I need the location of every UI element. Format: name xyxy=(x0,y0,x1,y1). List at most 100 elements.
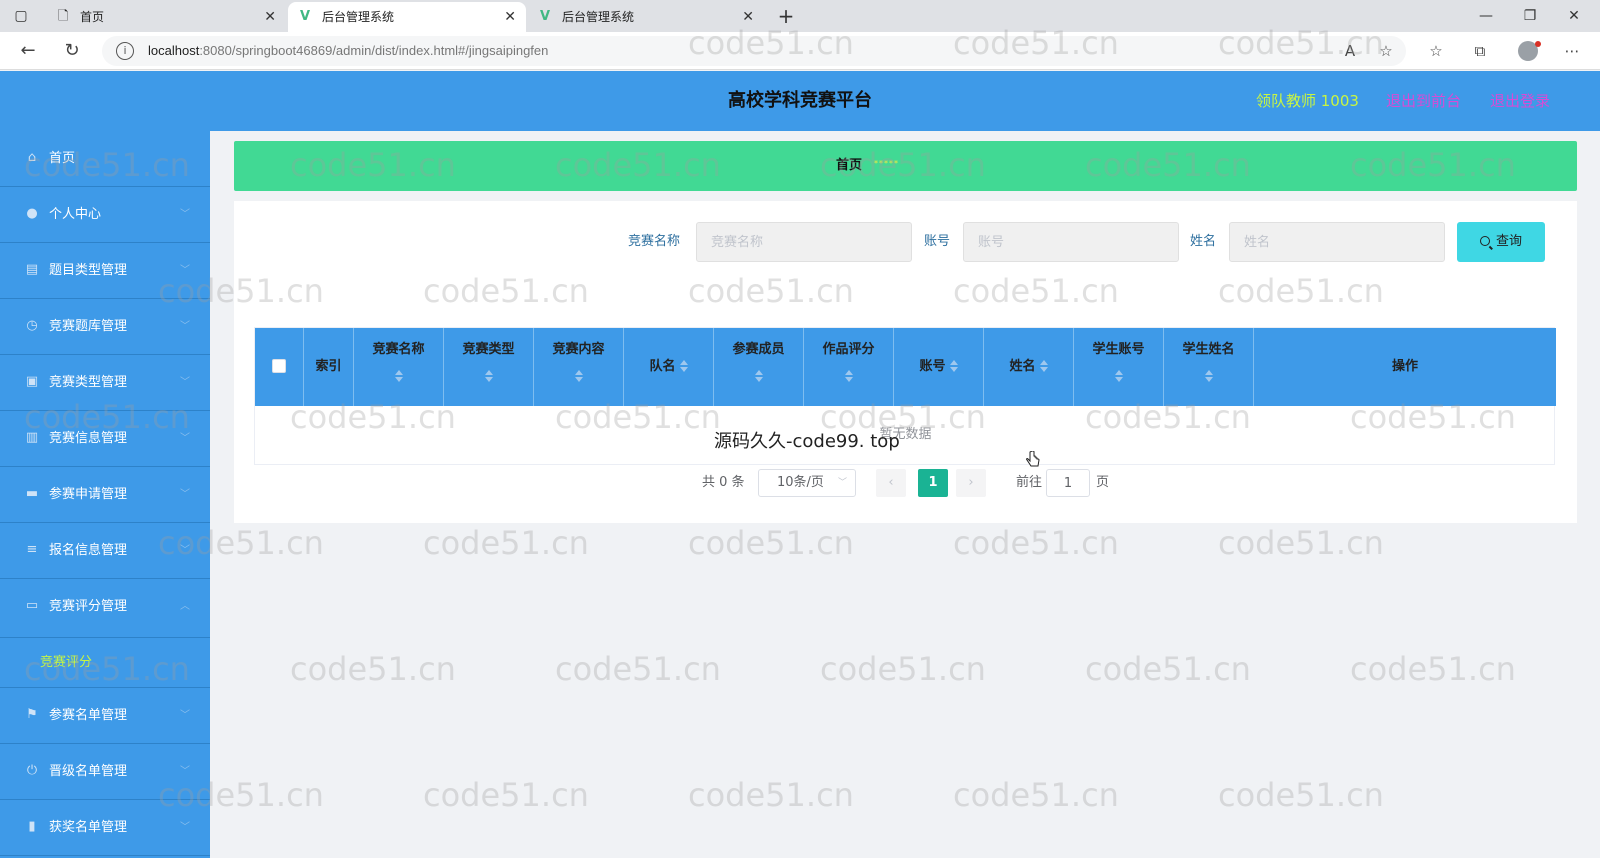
sort-icon[interactable] xyxy=(754,370,763,382)
doc-icon: ▣ xyxy=(25,374,39,389)
sort-icon[interactable] xyxy=(1204,370,1213,382)
more-icon[interactable]: ⋯ xyxy=(1558,38,1586,64)
browser-tab-home[interactable]: 🗋 首页 ✕ xyxy=(46,2,286,32)
watermark: code51.cn xyxy=(423,776,589,814)
plus-icon[interactable]: + xyxy=(772,2,800,30)
hand-cursor-icon xyxy=(1026,451,1040,467)
close-icon[interactable]: ✕ xyxy=(742,2,754,32)
sort-icon[interactable] xyxy=(844,370,853,382)
browser-tab-admin-active[interactable]: V 后台管理系统 ✕ xyxy=(288,2,526,32)
column-header-account[interactable]: 账号 xyxy=(894,328,984,406)
sidebar-item-contest-type[interactable]: ▣ 竞赛类型管理 ﹀ xyxy=(0,355,210,411)
collections-icon[interactable]: ⧉ xyxy=(1466,38,1494,64)
favorites-icon[interactable]: ☆ xyxy=(1422,38,1450,64)
close-icon[interactable]: ✕ xyxy=(504,2,516,32)
data-table: 索引 竞赛名称 竞赛类型 竞赛内容 队名 参赛成员 作品评分 账号 姓名 学生账… xyxy=(254,327,1556,465)
sidebar-item-profile[interactable]: ● 个人中心 ﹀ xyxy=(0,187,210,243)
next-page-button[interactable]: › xyxy=(956,469,986,497)
sort-icon[interactable] xyxy=(679,360,688,372)
goto-page-input[interactable] xyxy=(1046,469,1090,497)
window-close-icon[interactable]: ✕ xyxy=(1552,0,1596,32)
watermark: code51.cn xyxy=(1085,650,1251,688)
chart-icon: ▥ xyxy=(25,430,39,445)
clock-icon: ◷ xyxy=(26,318,38,333)
search-label-contest-name: 竞赛名称 xyxy=(628,234,681,249)
column-header-contest-content[interactable]: 竞赛内容 xyxy=(534,328,624,406)
back-icon[interactable]: ← xyxy=(14,38,42,64)
chevron-down-icon: ﹀ xyxy=(180,545,190,556)
sidebar-item-home[interactable]: ⌂ 首页 xyxy=(0,131,210,187)
info-icon[interactable]: i xyxy=(116,42,134,60)
tab-label: 后台管理系统 xyxy=(322,10,395,24)
column-header-contest-type[interactable]: 竞赛类型 xyxy=(444,328,534,406)
sidebar-item-question-bank[interactable]: ◷ 竞赛题库管理 ﹀ xyxy=(0,299,210,355)
profile-avatar[interactable] xyxy=(1518,41,1541,61)
sidebar-item-label: 竞赛类型管理 xyxy=(49,375,128,390)
overlay-watermark-text: 源码久久-code99. top xyxy=(714,431,900,452)
column-header-score[interactable]: 作品评分 xyxy=(804,328,894,406)
table-empty-text: 暂无数据 xyxy=(879,427,932,442)
read-aloud-icon[interactable]: A xyxy=(1336,38,1364,64)
sidebar-subitem-scoring[interactable]: 竞赛评分 xyxy=(0,638,210,688)
sidebar-item-question-type[interactable]: ▤ 题目类型管理 ﹀ xyxy=(0,243,210,299)
url-field[interactable]: i localhost:8080/springboot46869/admin/d… xyxy=(102,36,1406,66)
contest-name-input[interactable] xyxy=(696,222,912,262)
restore-icon[interactable]: ❐ xyxy=(1508,0,1552,32)
column-header-team-name[interactable]: 队名 xyxy=(624,328,714,406)
sidebar-item-participants[interactable]: ⚑ 参赛名单管理 ﹀ xyxy=(0,688,210,744)
user-icon: ● xyxy=(26,206,38,221)
breadcrumb-separator: ***** xyxy=(874,159,899,168)
sidebar-item-contest-info[interactable]: ▥ 竞赛信息管理 ﹀ xyxy=(0,411,210,467)
search-button[interactable]: 查询 xyxy=(1457,222,1545,262)
sort-icon[interactable] xyxy=(484,370,493,382)
sort-icon[interactable] xyxy=(949,360,958,372)
briefcase-icon: ▬ xyxy=(25,486,39,501)
column-header-name[interactable]: 姓名 xyxy=(984,328,1074,406)
tab-label: 首页 xyxy=(80,10,105,24)
logout-link[interactable]: 退出登录 xyxy=(1490,71,1550,131)
sidebar-item-promotion[interactable]: ⏻ 晋级名单管理 ﹀ xyxy=(0,744,210,800)
power-icon: ⏻ xyxy=(26,763,38,778)
sidebar-item-label: 参赛申请管理 xyxy=(49,487,128,502)
account-input[interactable] xyxy=(963,222,1179,262)
sidebar-item-awards[interactable]: ▮ 获奖名单管理 ﹀ xyxy=(0,800,210,856)
sort-icon[interactable] xyxy=(1039,360,1048,372)
sort-icon[interactable] xyxy=(574,370,583,382)
name-input[interactable] xyxy=(1229,222,1445,262)
tab-actions-icon[interactable]: ▢ xyxy=(12,7,30,25)
sort-icon[interactable] xyxy=(394,370,403,382)
column-header-members[interactable]: 参赛成员 xyxy=(714,328,804,406)
select-all-checkbox[interactable] xyxy=(272,359,286,373)
watermark: code51.cn xyxy=(953,776,1119,814)
current-page-number[interactable]: 1 xyxy=(918,469,948,497)
sidebar-item-label: 晋级名单管理 xyxy=(49,764,128,779)
sidebar-item-label: 个人中心 xyxy=(49,207,102,222)
tab-label: 后台管理系统 xyxy=(562,10,635,24)
minimize-icon[interactable]: — xyxy=(1464,0,1508,32)
search-icon xyxy=(1479,236,1490,246)
browser-tab-admin[interactable]: V 后台管理系统 ✕ xyxy=(528,2,764,32)
search-label-name: 姓名 xyxy=(1190,234,1217,249)
app-header: 高校学科竞赛平台 领队教师 1003 退出到前台 退出登录 xyxy=(0,71,1600,131)
back-to-front-link[interactable]: 退出到前台 xyxy=(1386,71,1461,131)
add-favorite-icon[interactable]: ☆ xyxy=(1372,38,1400,64)
sort-icon[interactable] xyxy=(1114,370,1123,382)
close-icon[interactable]: ✕ xyxy=(264,2,276,32)
column-header-contest-name[interactable]: 竞赛名称 xyxy=(354,328,444,406)
page-size-select[interactable]: 10条/页 ﹀ xyxy=(758,469,856,497)
sidebar-item-application[interactable]: ▬ 参赛申请管理 ﹀ xyxy=(0,467,210,523)
watermark: code51.cn xyxy=(1350,650,1516,688)
sidebar-item-registration[interactable]: ≡ 报名信息管理 ﹀ xyxy=(0,523,210,579)
watermark: code51.cn xyxy=(423,524,589,562)
watermark: code51.cn xyxy=(688,524,854,562)
column-header-student-name[interactable]: 学生姓名 xyxy=(1164,328,1254,406)
reload-icon[interactable]: ↻ xyxy=(58,38,86,64)
column-header-student-account[interactable]: 学生账号 xyxy=(1074,328,1164,406)
vue-logo-icon: V xyxy=(540,9,551,24)
breadcrumb-home[interactable]: 首页 xyxy=(836,141,862,191)
watermark: code51.cn xyxy=(688,776,854,814)
chevron-down-icon: ﹀ xyxy=(180,822,190,833)
prev-page-button[interactable]: ‹ xyxy=(876,469,906,497)
search-button-label: 查询 xyxy=(1495,234,1522,249)
sidebar-item-scoring[interactable]: ▭ 竞赛评分管理 ︿ xyxy=(0,579,210,638)
